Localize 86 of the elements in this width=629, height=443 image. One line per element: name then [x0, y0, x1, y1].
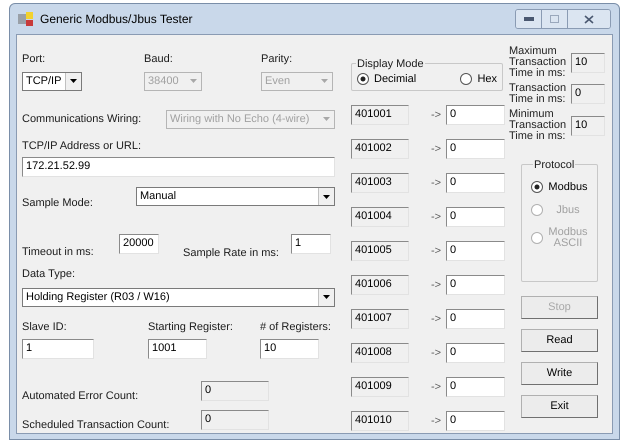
input-field[interactable]: 0	[446, 411, 505, 431]
readonly-field: 0	[201, 381, 269, 401]
input-field[interactable]: 1	[22, 339, 94, 359]
radio-icon	[531, 181, 543, 193]
field-label: Timeout in ms:	[22, 244, 95, 260]
field-label: # of Registers:	[260, 320, 331, 334]
readonly-field: 401001	[351, 105, 409, 125]
minimize-button[interactable]	[516, 10, 542, 28]
caret-icon	[323, 194, 330, 198]
radio-icon	[460, 72, 472, 84]
arrow-text: ->	[431, 346, 442, 360]
action-button[interactable]: Read	[521, 329, 598, 352]
readonly-field: 0	[201, 410, 269, 430]
input-field[interactable]: 0	[446, 309, 505, 329]
readonly-field: 401010	[351, 411, 409, 431]
input-field[interactable]: 20000	[119, 234, 159, 254]
arrow-text: ->	[431, 176, 442, 190]
input-field[interactable]: 0	[446, 241, 505, 261]
input-field[interactable]: 0	[446, 343, 505, 363]
readonly-field: 10	[571, 116, 605, 136]
radio-icon	[357, 72, 369, 84]
caret-icon	[320, 79, 328, 83]
input-field[interactable]: 0	[446, 275, 505, 295]
input-field[interactable]: 10	[260, 339, 319, 359]
field-label: Communications Wiring:	[22, 112, 142, 127]
input-field[interactable]: 0	[446, 377, 505, 397]
field-label: Slave ID:	[22, 320, 68, 334]
readonly-field: 401007	[351, 309, 409, 329]
radio-button[interactable]: Modbus	[531, 181, 597, 193]
field-label: Parity:	[261, 52, 294, 67]
input-field[interactable]: 1001	[148, 339, 207, 359]
app-icon	[18, 11, 34, 27]
arrow-text: ->	[431, 210, 442, 224]
field-label: Automated Error Count:	[22, 390, 140, 403]
readonly-field: 0	[571, 84, 605, 104]
window-title: Generic Modbus/Jbus Tester	[40, 11, 193, 28]
readonly-field: 401002	[351, 139, 409, 159]
caret-icon	[323, 295, 330, 299]
close-icon	[584, 14, 594, 24]
caret-icon	[70, 79, 77, 83]
readonly-field: 401004	[351, 207, 409, 227]
field-label: Scheduled Transaction Count:	[22, 419, 170, 432]
dropdown[interactable]: Manual	[136, 187, 335, 206]
timing-label: Maximum Transaction Time in ms:	[509, 46, 568, 79]
dropdown[interactable]: TCP/IP	[22, 72, 82, 90]
input-field[interactable]: 0	[446, 139, 505, 159]
action-button[interactable]: Exit	[521, 395, 598, 418]
minimize-icon	[524, 17, 534, 21]
field-label: Starting Register:	[148, 320, 234, 334]
readonly-field: 401006	[351, 275, 409, 295]
timing-label: Transaction Time in ms:	[509, 83, 568, 105]
field-label: Sample Mode:	[22, 196, 94, 211]
arrow-text: ->	[431, 312, 442, 326]
input-field[interactable]: 0	[446, 207, 505, 227]
input-field[interactable]: 0	[446, 173, 505, 193]
action-button[interactable]: Write	[521, 362, 598, 385]
input-field[interactable]: 0	[446, 105, 505, 125]
dropdown[interactable]: Holding Register (R03 / W16)	[22, 288, 335, 306]
field-label: Data Type:	[22, 267, 76, 282]
readonly-field: 401009	[351, 377, 409, 397]
readonly-field: 401005	[351, 241, 409, 261]
timing-label: Minimum Transaction Time in ms:	[509, 109, 568, 142]
field-label: Baud:	[144, 52, 174, 67]
radio-icon	[531, 232, 543, 244]
close-button[interactable]	[568, 10, 610, 28]
radio-button[interactable]: Hex	[460, 72, 497, 84]
input-field[interactable]: 1	[291, 234, 331, 254]
readonly-field: 10	[571, 52, 605, 72]
arrow-text: ->	[431, 380, 442, 394]
group-title: Display Mode	[356, 56, 425, 72]
field-label: TCP/IP Address or URL:	[22, 138, 142, 154]
field-label: Port:	[22, 52, 46, 67]
maximize-icon	[550, 15, 559, 23]
arrow-text: ->	[431, 142, 442, 156]
field-label: Sample Rate in ms:	[183, 246, 280, 260]
caret-icon	[322, 117, 330, 121]
caret-icon	[190, 79, 196, 83]
arrow-text: ->	[431, 414, 442, 428]
radio-button[interactable]: Decimial	[357, 72, 416, 84]
readonly-field: 401008	[351, 343, 409, 363]
readonly-field: 401003	[351, 173, 409, 193]
arrow-text: ->	[431, 108, 442, 122]
radio-icon	[531, 204, 543, 216]
input-field[interactable]: 172.21.52.99	[22, 157, 335, 177]
arrow-text: ->	[431, 244, 442, 258]
arrow-text: ->	[431, 278, 442, 292]
